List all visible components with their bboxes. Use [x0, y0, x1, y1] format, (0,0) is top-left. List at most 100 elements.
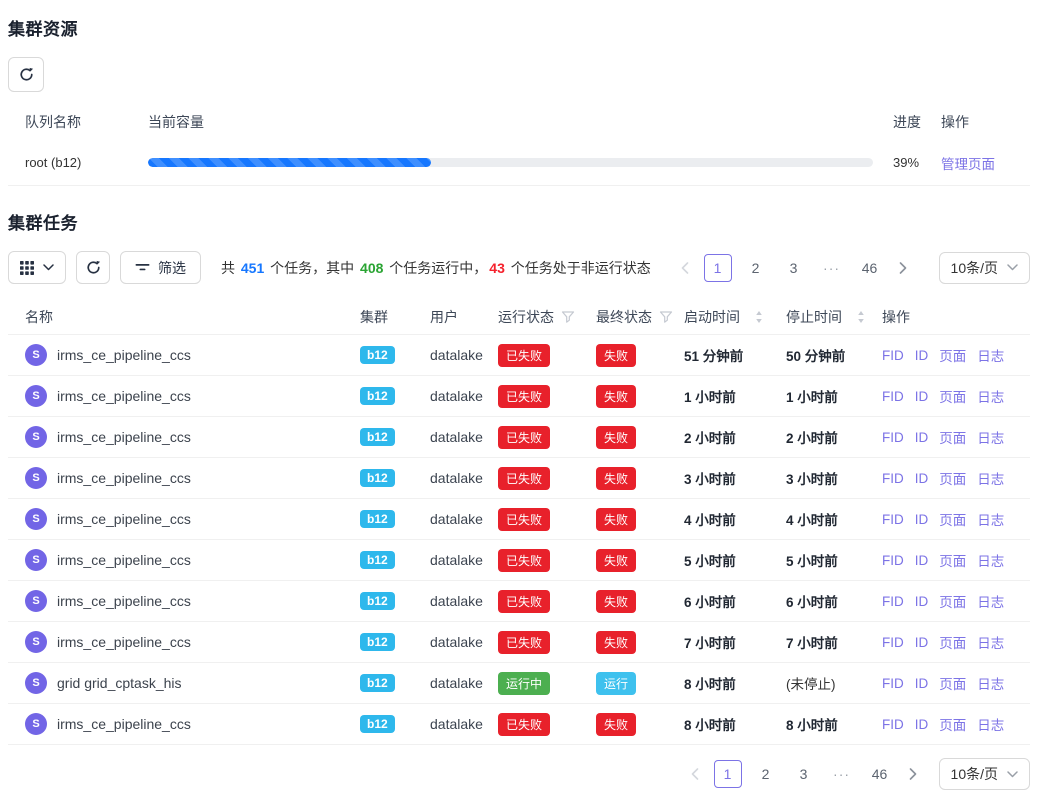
op-link-page[interactable]: 页面	[939, 714, 966, 734]
page-button-3[interactable]: 3	[790, 760, 818, 788]
col-progress: 进度	[893, 112, 941, 132]
column-settings-button[interactable]	[8, 251, 66, 284]
cluster-tag: b12	[360, 592, 395, 610]
start-time: 8 小时前	[684, 714, 736, 734]
op-link-id[interactable]: ID	[915, 594, 929, 609]
stop-time: 1 小时前	[786, 386, 838, 406]
col-cluster: 集群	[360, 307, 430, 327]
op-link-log[interactable]: 日志	[977, 591, 1004, 611]
avatar: S	[25, 344, 47, 366]
op-link-page[interactable]: 页面	[939, 509, 966, 529]
op-link-id[interactable]: ID	[915, 471, 929, 486]
col-final-status: 最终状态	[596, 307, 684, 327]
final-status-badge: 运行	[596, 672, 636, 695]
op-link-page[interactable]: 页面	[939, 345, 966, 365]
op-link-page[interactable]: 页面	[939, 427, 966, 447]
op-link-page[interactable]: 页面	[939, 673, 966, 693]
op-link-fid[interactable]: FID	[882, 553, 904, 568]
sort-icon[interactable]	[857, 310, 865, 324]
col-run-status: 运行状态	[498, 307, 596, 327]
queue-name: root (b12)	[8, 155, 148, 170]
op-link-id[interactable]: ID	[915, 717, 929, 732]
op-link-id[interactable]: ID	[915, 430, 929, 445]
avatar: S	[25, 426, 47, 448]
row-actions: FID ID 页面日志	[882, 550, 1030, 570]
op-link-log[interactable]: 日志	[977, 632, 1004, 652]
row-actions: FID ID 页面日志	[882, 386, 1030, 406]
filter-lines-icon	[135, 263, 150, 273]
chevron-down-icon	[1007, 771, 1018, 778]
page-size-select[interactable]: 10条/页	[939, 758, 1030, 790]
op-link-page[interactable]: 页面	[939, 632, 966, 652]
prev-page-button[interactable]	[673, 254, 697, 282]
op-link-log[interactable]: 日志	[977, 345, 1004, 365]
page-size-select[interactable]: 10条/页	[939, 252, 1030, 284]
sort-icon[interactable]	[755, 310, 763, 324]
op-link-log[interactable]: 日志	[977, 468, 1004, 488]
page-button-46[interactable]: 46	[856, 254, 884, 282]
table-row: S irms_ce_pipeline_ccs b12 datalake 已失败 …	[8, 458, 1030, 499]
op-link-log[interactable]: 日志	[977, 386, 1004, 406]
resources-refresh-button[interactable]	[8, 57, 44, 92]
table-row: S irms_ce_pipeline_ccs b12 datalake 已失败 …	[8, 622, 1030, 663]
op-link-fid[interactable]: FID	[882, 512, 904, 527]
page-button-3[interactable]: 3	[780, 254, 808, 282]
page-button-1[interactable]: 1	[714, 760, 742, 788]
op-link-fid[interactable]: FID	[882, 430, 904, 445]
prev-page-button[interactable]	[683, 760, 707, 788]
op-link-id[interactable]: ID	[915, 512, 929, 527]
cluster-tag: b12	[360, 346, 395, 364]
op-link-page[interactable]: 页面	[939, 468, 966, 488]
page-button-2[interactable]: 2	[752, 760, 780, 788]
op-link-fid[interactable]: FID	[882, 676, 904, 691]
op-link-page[interactable]: 页面	[939, 386, 966, 406]
page-button-2[interactable]: 2	[742, 254, 770, 282]
filter-funnel-icon[interactable]	[561, 310, 575, 324]
task-user: datalake	[430, 388, 483, 404]
op-link-page[interactable]: 页面	[939, 591, 966, 611]
op-link-log[interactable]: 日志	[977, 673, 1004, 693]
avatar: S	[25, 467, 47, 489]
task-name: irms_ce_pipeline_ccs	[57, 388, 191, 404]
op-link-fid[interactable]: FID	[882, 389, 904, 404]
op-link-id[interactable]: ID	[915, 635, 929, 650]
op-link-id[interactable]: ID	[915, 676, 929, 691]
op-link-fid[interactable]: FID	[882, 717, 904, 732]
op-link-id[interactable]: ID	[915, 348, 929, 363]
resources-section-title: 集群资源	[8, 15, 1030, 40]
task-table-body: S irms_ce_pipeline_ccs b12 datalake 已失败 …	[8, 335, 1030, 745]
final-status-badge: 失败	[596, 508, 636, 531]
row-actions: FID ID 页面日志	[882, 632, 1030, 652]
page-button-46[interactable]: 46	[866, 760, 894, 788]
next-page-button[interactable]	[891, 254, 915, 282]
op-link-log[interactable]: 日志	[977, 714, 1004, 734]
row-actions: FID ID 页面日志	[882, 509, 1030, 529]
op-link-id[interactable]: ID	[915, 389, 929, 404]
resources-table-header: 队列名称 当前容量 进度 操作	[8, 104, 1030, 140]
next-page-button[interactable]	[901, 760, 925, 788]
page-ellipsis: ···	[828, 760, 856, 788]
op-link-fid[interactable]: FID	[882, 471, 904, 486]
op-link-fid[interactable]: FID	[882, 635, 904, 650]
op-link-id[interactable]: ID	[915, 553, 929, 568]
capacity-progress-bar	[148, 158, 873, 167]
resource-row: root (b12) 39% 管理页面	[8, 140, 1030, 186]
row-actions: FID ID 页面日志	[882, 591, 1030, 611]
task-user: datalake	[430, 552, 483, 568]
task-user: datalake	[430, 675, 483, 691]
op-link-fid[interactable]: FID	[882, 348, 904, 363]
op-link-fid[interactable]: FID	[882, 594, 904, 609]
table-row: S grid grid_cptask_his b12 datalake 运行中 …	[8, 663, 1030, 704]
op-link-log[interactable]: 日志	[977, 509, 1004, 529]
run-status-badge: 已失败	[498, 549, 550, 572]
row-actions: FID ID 页面日志	[882, 427, 1030, 447]
tasks-refresh-button[interactable]	[76, 251, 110, 284]
filter-button[interactable]: 筛选	[120, 251, 201, 284]
manage-page-link[interactable]: 管理页面	[941, 157, 995, 172]
filter-funnel-icon[interactable]	[659, 310, 673, 324]
op-link-log[interactable]: 日志	[977, 550, 1004, 570]
op-link-log[interactable]: 日志	[977, 427, 1004, 447]
run-status-badge: 运行中	[498, 672, 550, 695]
page-button-1[interactable]: 1	[704, 254, 732, 282]
op-link-page[interactable]: 页面	[939, 550, 966, 570]
